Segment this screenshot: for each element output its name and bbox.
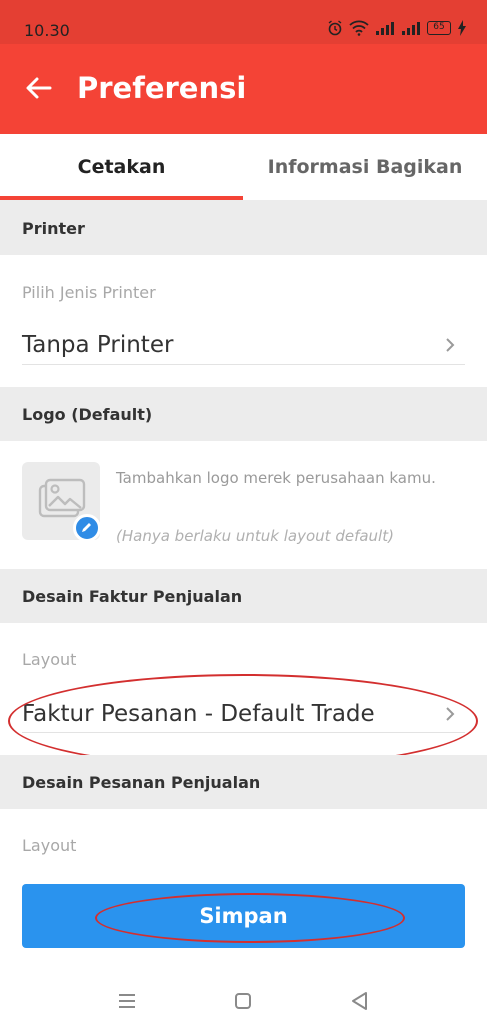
page-title: Preferensi	[77, 71, 247, 105]
tab-cetakan[interactable]: Cetakan	[0, 134, 243, 200]
signal-icon	[402, 22, 420, 35]
chevron-right-icon	[446, 338, 455, 352]
section-header-logo: Logo (Default)	[0, 387, 487, 441]
status-time: 10.30	[24, 21, 70, 40]
printer-type-label: Pilih Jenis Printer	[22, 283, 156, 302]
tab-informasi-bagikan[interactable]: Informasi Bagikan	[243, 134, 487, 200]
logo-note: (Hanya berlaku untuk layout default)	[116, 527, 394, 545]
arrow-left-icon[interactable]	[24, 73, 54, 103]
section-title: Desain Pesanan Penjualan	[22, 773, 261, 792]
status-bar: 10.30 65	[0, 0, 487, 44]
section-header-printer: Printer	[0, 200, 487, 255]
pencil-icon	[82, 523, 91, 532]
signal-icon	[376, 22, 394, 35]
order-layout-label: Layout	[22, 836, 77, 855]
annotation-ellipse	[8, 674, 478, 768]
divider	[22, 364, 465, 365]
printer-type-value: Tanpa Printer	[22, 332, 174, 358]
section-title: Printer	[22, 219, 85, 238]
status-icons: 65	[327, 20, 467, 36]
section-header-sales-order: Desain Pesanan Penjualan	[0, 755, 487, 809]
menu-icon[interactable]	[117, 992, 137, 1010]
charging-icon	[458, 20, 466, 36]
wifi-icon	[349, 20, 369, 36]
app-bar: Preferensi	[0, 44, 487, 134]
alarm-icon	[328, 20, 342, 36]
edit-logo-button[interactable]	[73, 514, 101, 542]
battery-level: 65	[433, 22, 445, 32]
annotation-ellipse	[95, 893, 405, 943]
back-triangle-icon[interactable]	[350, 991, 368, 1011]
system-nav-bar	[0, 975, 487, 1030]
tab-bar: Cetakan Informasi Bagikan	[0, 134, 487, 200]
section-header-sales-invoice: Desain Faktur Penjualan	[0, 569, 487, 623]
section-title: Desain Faktur Penjualan	[22, 587, 243, 606]
invoice-layout-label: Layout	[22, 650, 77, 669]
home-icon[interactable]	[234, 992, 252, 1010]
logo-description: Tambahkan logo merek perusahaan kamu.	[116, 469, 436, 487]
battery-icon: 65	[427, 21, 451, 35]
printer-type-select[interactable]: Tanpa Printer	[0, 320, 487, 366]
section-title: Logo (Default)	[22, 405, 153, 424]
